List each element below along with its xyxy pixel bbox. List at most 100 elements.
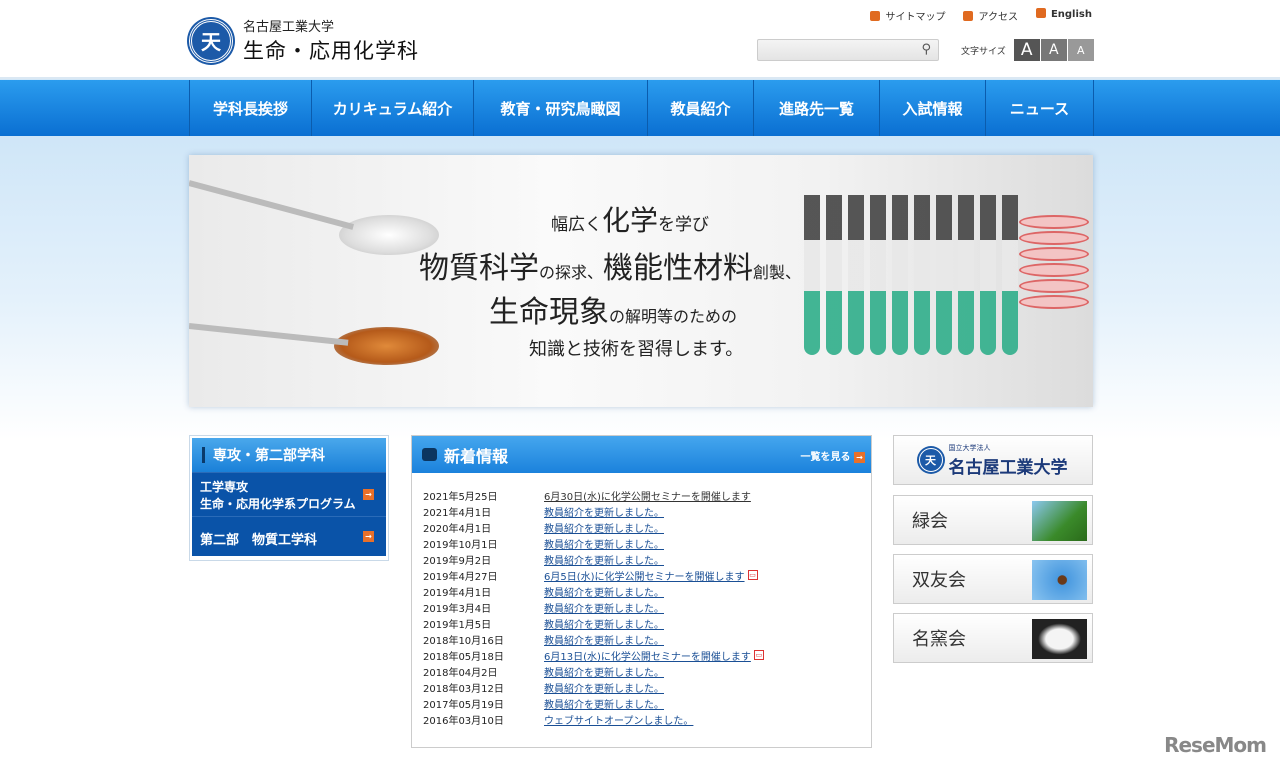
news-item: 2019年4月27日 6月5日(水)に化学公開セミナーを開催します ▭ <box>423 570 764 586</box>
news-date: 2019年10月1日 <box>423 540 498 551</box>
news-item: 2019年1月5日 教員紹介を更新しました。 <box>423 618 764 634</box>
news-item: 2018年10月16日 教員紹介を更新しました。 <box>423 634 764 650</box>
news-item: 2018年03月12日 教員紹介を更新しました。 <box>423 682 764 698</box>
nav-greeting[interactable]: 学科長挨拶 <box>190 80 312 136</box>
sitemap-link[interactable]: サイトマップ <box>870 8 945 23</box>
news-link[interactable]: 教員紹介を更新しました。 <box>544 522 664 538</box>
news-link[interactable]: 教員紹介を更新しました。 <box>544 506 664 522</box>
banner-line-3: 生命現象の解明等のための <box>489 295 738 330</box>
news-link[interactable]: 教員紹介を更新しました。 <box>544 634 664 650</box>
font-size-small-button[interactable]: A <box>1067 39 1095 61</box>
news-link[interactable]: 教員紹介を更新しました。 <box>544 602 664 618</box>
main-nav: 学科長挨拶 カリキュラム紹介 教育・研究鳥瞰図 教員紹介 進路先一覧 入試情報 … <box>0 80 1280 136</box>
news-link[interactable]: 6月5日(水)に化学公開セミナーを開催します <box>544 570 745 586</box>
sitemap-label: サイトマップ <box>885 12 946 23</box>
news-date: 2019年1月5日 <box>423 620 492 631</box>
search-input[interactable] <box>758 40 908 61</box>
speech-bubble-icon <box>422 448 437 461</box>
ryokukai-link[interactable]: 緑会 <box>893 495 1093 545</box>
news-item: 2016年03月10日 ウェブサイトオープンしました。 <box>423 714 764 730</box>
hero-banner: 幅広く化学を学び 物質科学の探求、機能性材料創製、 生命現象の解明等のための 知… <box>189 155 1093 407</box>
sidebar-item-second-division[interactable]: 第二部 物質工学科 → <box>192 516 386 556</box>
news-date: 2018年10月16日 <box>423 636 504 647</box>
news-item: 2018年05月18日 6月13日(水)に化学公開セミナーを開催します ▭ <box>423 650 764 666</box>
english-label: English <box>1050 9 1092 20</box>
train-icon <box>963 11 974 21</box>
site-logo[interactable]: 天 名古屋工業大学 生命・応用化学科 <box>189 16 419 65</box>
meiyokai-link[interactable]: 名窯会 <box>893 613 1093 663</box>
news-date: 2019年3月4日 <box>423 604 492 615</box>
news-panel: 新着情報 一覧を見る → 2021年5月25日 6月30日(水)に化学公開セミナー… <box>411 435 872 748</box>
crystal-image <box>1032 619 1087 659</box>
news-link[interactable]: 6月30日(水)に化学公開セミナーを開催します <box>544 490 751 506</box>
news-item: 2017年05月19日 教員紹介を更新しました。 <box>423 698 764 714</box>
news-date: 2018年05月18日 <box>423 652 504 663</box>
news-date: 2019年4月1日 <box>423 588 492 599</box>
news-link[interactable]: 教員紹介を更新しました。 <box>544 554 664 570</box>
university-emblem-icon: 天 <box>918 448 943 472</box>
nitech-subtitle: 国立大学法人 <box>948 443 991 452</box>
test-tubes-image <box>804 195 1018 355</box>
font-size-medium-button[interactable]: A <box>1040 39 1068 61</box>
news-link[interactable]: 教員紹介を更新しました。 <box>544 666 664 682</box>
news-more-link[interactable]: 一覧を見る → <box>801 448 865 463</box>
news-link[interactable]: 教員紹介を更新しました。 <box>544 538 664 554</box>
news-date: 2019年9月2日 <box>423 556 492 567</box>
news-link[interactable]: 6月13日(水)に化学公開セミナーを開催します <box>544 650 751 666</box>
news-date: 2018年03月12日 <box>423 684 504 695</box>
sidebar-item-graduate-program[interactable]: 工学専攻 生命・応用化学系プログラム → <box>192 472 386 516</box>
arrow-icon <box>1035 8 1046 18</box>
news-item: 2021年4月1日 教員紹介を更新しました。 <box>423 506 764 522</box>
departments-box: 専攻・第二部学科 工学専攻 生命・応用化学系プログラム → 第二部 物質工学科 … <box>189 435 389 561</box>
news-title: 新着情報 <box>444 446 509 466</box>
news-item: 2019年10月1日 教員紹介を更新しました。 <box>423 538 764 554</box>
university-name: 名古屋工業大学 <box>243 20 335 35</box>
spoon-handle <box>189 323 349 346</box>
petri-dishes-image <box>1019 215 1089 311</box>
search-icon[interactable]: ⚲ <box>921 42 931 57</box>
news-date: 2021年5月25日 <box>423 492 498 503</box>
english-link[interactable]: English <box>1035 8 1092 23</box>
nitech-link[interactable]: 天 国立大学法人名古屋工業大学 <box>893 435 1093 485</box>
news-date: 2016年03月10日 <box>423 716 504 727</box>
resemom-watermark-logo: ReseMom <box>1164 733 1267 757</box>
sidebar-item-line: 第二部 物質工学科 <box>200 533 318 548</box>
news-link[interactable]: 教員紹介を更新しました。 <box>544 682 664 698</box>
sitemap-icon <box>870 11 881 21</box>
news-item: 2021年5月25日 6月30日(水)に化学公開セミナーを開催します <box>423 490 764 506</box>
soyukai-link[interactable]: 双友会 <box>893 554 1093 604</box>
news-link[interactable]: ウェブサイトオープンしました。 <box>544 714 693 730</box>
header: 天 名古屋工業大学 生命・応用化学科 サイトマップ アクセス English ⚲… <box>0 0 1280 79</box>
banner-line-4: 知識と技術を習得します。 <box>529 339 744 360</box>
news-link[interactable]: 教員紹介を更新しました。 <box>544 698 664 714</box>
nav-admissions[interactable]: 入試情報 <box>880 80 986 136</box>
nav-overview[interactable]: 教育・研究鳥瞰図 <box>474 80 648 136</box>
arrow-right-icon: → <box>854 452 865 463</box>
university-emblem-icon: 天 <box>189 18 233 63</box>
banner-line-2: 物質科学の探求、機能性材料創製、 <box>419 251 802 286</box>
banner-line-1: 幅広く化学を学び <box>551 204 710 237</box>
access-link[interactable]: アクセス <box>963 8 1018 23</box>
search-box: ⚲ <box>757 39 939 61</box>
link-label: 名窯会 <box>912 629 966 650</box>
news-link[interactable]: 教員紹介を更新しました。 <box>544 586 664 602</box>
spoon-handle <box>189 180 354 230</box>
news-date: 2021年4月1日 <box>423 508 492 519</box>
nav-news[interactable]: ニュース <box>986 80 1094 136</box>
font-size-label: 文字サイズ <box>961 46 1006 57</box>
nav-careers[interactable]: 進路先一覧 <box>754 80 880 136</box>
nitech-name: 名古屋工業大学 <box>948 457 1068 478</box>
pdf-icon: ▭ <box>747 570 758 580</box>
sidebar-item-line: 生命・応用化学系プログラム <box>200 497 356 511</box>
tree-image <box>1032 501 1087 541</box>
font-size-large-button[interactable]: A <box>1013 39 1041 61</box>
news-link[interactable]: 教員紹介を更新しました。 <box>544 618 664 634</box>
department-name: 生命・応用化学科 <box>243 39 419 63</box>
news-date: 2020年4月1日 <box>423 524 492 535</box>
nav-faculty[interactable]: 教員紹介 <box>648 80 754 136</box>
link-label: 緑会 <box>912 511 948 532</box>
hawk-image <box>1032 560 1087 600</box>
news-date: 2018年04月2日 <box>423 668 498 679</box>
nav-curriculum[interactable]: カリキュラム紹介 <box>312 80 474 136</box>
news-item: 2019年3月4日 教員紹介を更新しました。 <box>423 602 764 618</box>
